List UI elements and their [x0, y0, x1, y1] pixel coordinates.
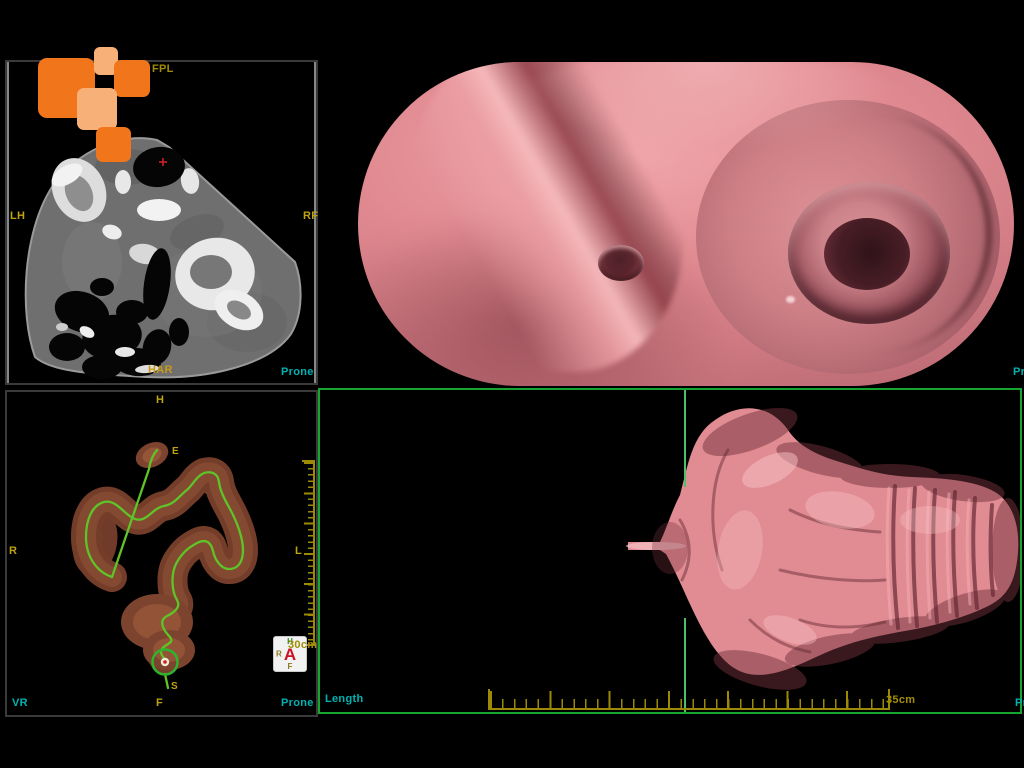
- fold-crease: [751, 115, 992, 353]
- map-left-orientation-label: R: [9, 545, 17, 557]
- colon-map-render: [7, 392, 316, 715]
- logo-block: [96, 127, 131, 162]
- ruler-major-ticks: [490, 691, 888, 708]
- axial-bottom-orientation-label: HAR: [148, 364, 173, 376]
- endo-position-label: Prone: [1013, 366, 1024, 378]
- length-ruler-horizontal: [488, 689, 890, 710]
- length-mode-label: Length: [325, 693, 363, 705]
- viewport-dissected-colon[interactable]: [318, 388, 1022, 714]
- map-render-mode-label: VR: [12, 697, 28, 709]
- lumen-shadow: [358, 206, 738, 386]
- lumen-opening-mound: [696, 100, 1000, 374]
- map-top-orientation-label: H: [156, 394, 164, 406]
- cube-bottom-label: F: [288, 662, 293, 671]
- logo-block: [114, 60, 150, 97]
- axial-left-orientation-label: LH: [10, 210, 25, 222]
- map-right-orientation-label: L: [295, 545, 302, 557]
- map-ruler-length-label: 30cm: [288, 639, 317, 651]
- highlight-speck: [786, 296, 795, 303]
- dissected-colon-render: [320, 390, 1020, 712]
- logo-block: [77, 88, 117, 130]
- haustral-fold: [413, 62, 683, 372]
- dissect-position-label: Prone: [1015, 697, 1024, 709]
- centerline-cursor[interactable]: [684, 390, 686, 487]
- lumen-hole: [824, 218, 910, 290]
- scale-ruler-vertical: [302, 460, 315, 646]
- centerline-end-label: E: [172, 446, 179, 457]
- map-position-label: Prone: [281, 697, 314, 709]
- ruler-major-ticks: [304, 462, 313, 644]
- diverticulum-opening: [598, 245, 644, 281]
- centerline-start-label: S: [171, 681, 178, 692]
- viewport-edge-bar: [7, 62, 9, 383]
- map-bottom-orientation-label: F: [156, 697, 163, 709]
- viewport-edge-bar: [314, 62, 316, 383]
- cube-left-label: R: [276, 650, 282, 659]
- dissect-ruler-length-label: 35cm: [886, 694, 915, 706]
- viewport-colon-map[interactable]: [5, 390, 318, 717]
- axial-position-label: Prone: [281, 366, 314, 378]
- axial-right-orientation-label: RF: [303, 210, 318, 222]
- ct-colonography-workstation: { "viewports": { "axial": { "logo_tag": …: [0, 0, 1024, 768]
- lumen-ring: [788, 182, 950, 324]
- logo-tag-label: FPL: [152, 63, 174, 75]
- viewport-endoluminal-3d[interactable]: [358, 62, 1014, 386]
- highlight: [508, 62, 908, 152]
